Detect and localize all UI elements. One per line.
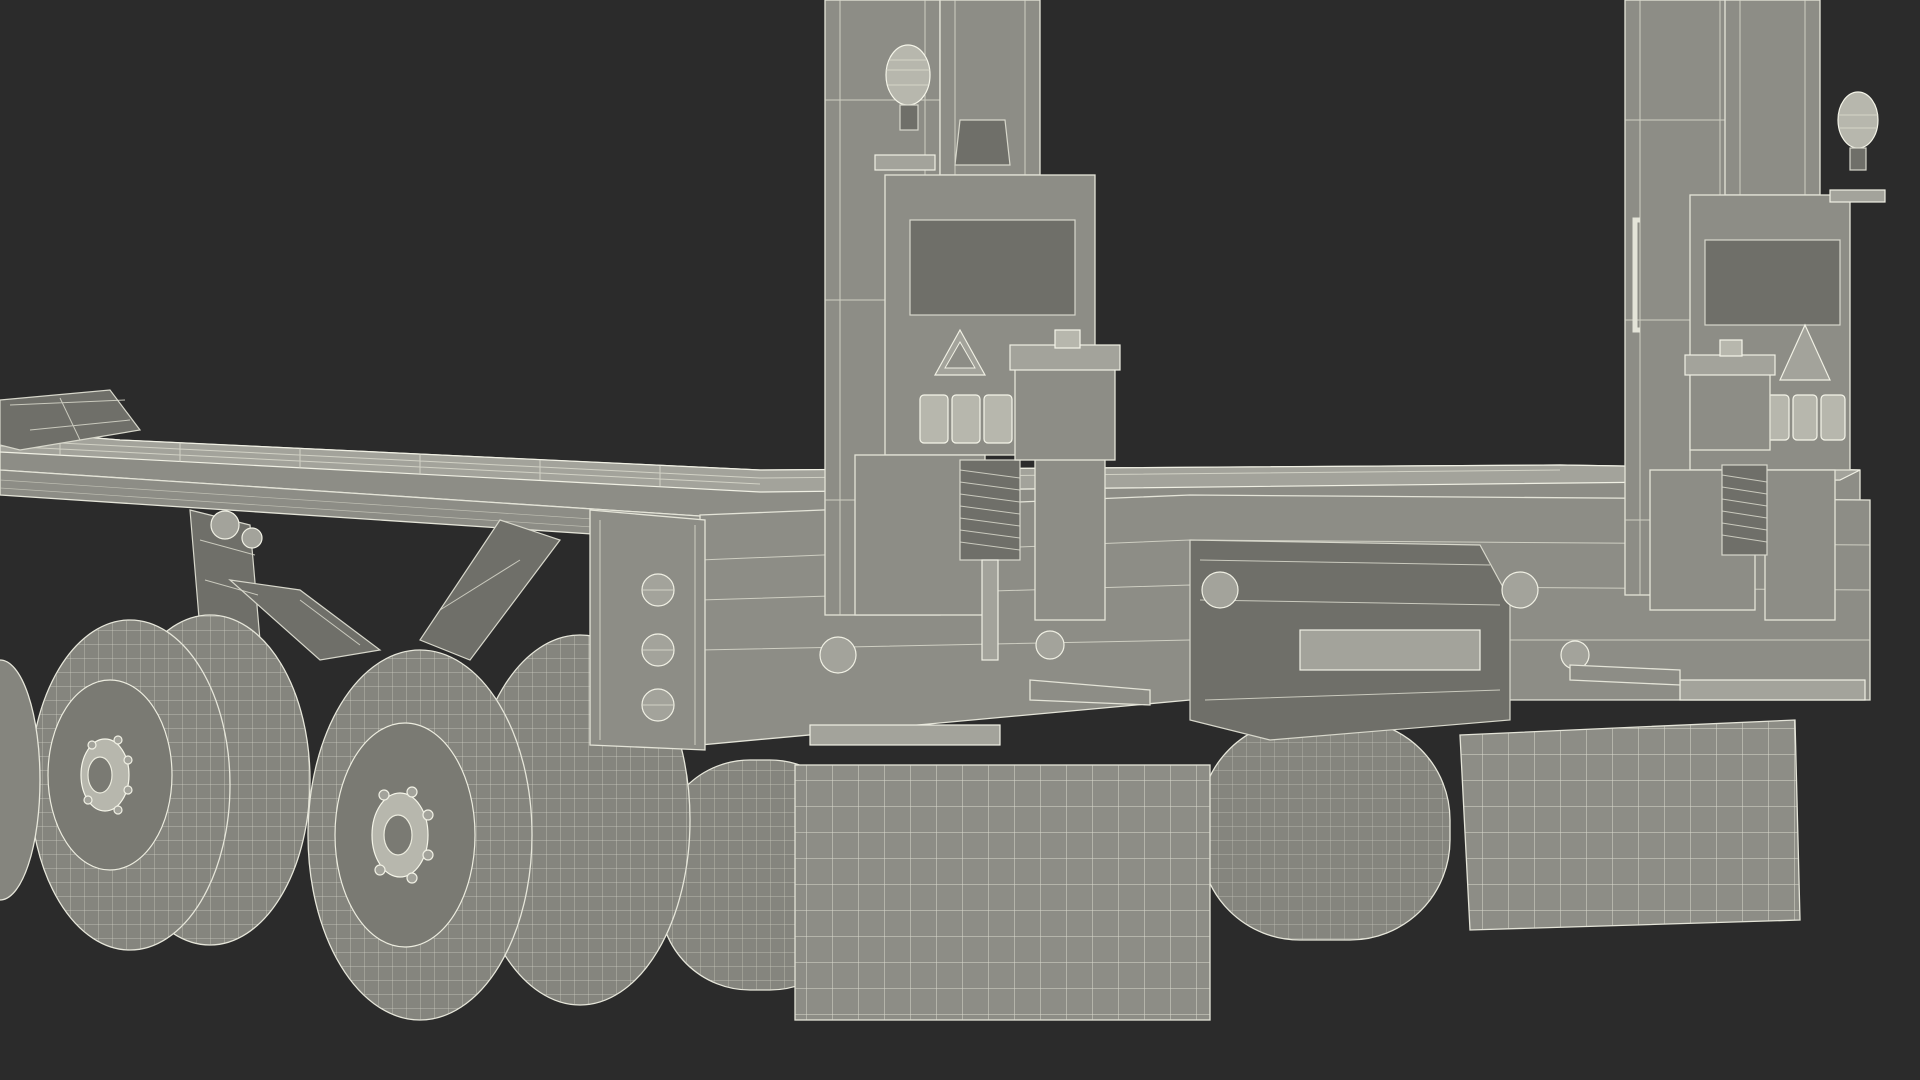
wheel-set-left-outer xyxy=(0,614,311,951)
mudflap-right xyxy=(1459,719,1801,931)
rear-marker-lights xyxy=(641,573,675,722)
tail-lights-right xyxy=(1764,394,1846,441)
rear-post-left xyxy=(824,0,1121,661)
beacon-light-right xyxy=(1829,91,1886,203)
suspension-spring-right xyxy=(1721,464,1768,556)
mudflap-left xyxy=(794,764,1211,1021)
tail-lights-left xyxy=(919,394,1013,444)
rear-wheel-far-right xyxy=(1199,719,1451,941)
render-viewport xyxy=(0,0,1920,1080)
trailer-render xyxy=(0,0,1886,1021)
